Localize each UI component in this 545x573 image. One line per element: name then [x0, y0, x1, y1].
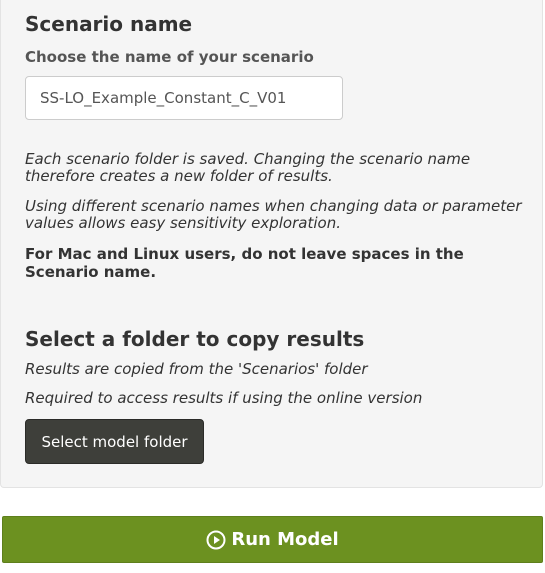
scenario-panel: Scenario name Choose the name of your sc…: [0, 0, 543, 488]
folder-note-copied: Results are copied from the 'Scenarios' …: [25, 360, 368, 378]
folder-note-required: Required to access results if using the …: [25, 389, 423, 407]
select-model-folder-button[interactable]: Select model folder: [25, 419, 204, 464]
scenario-warning-spaces: For Mac and Linux users, do not leave sp…: [25, 245, 464, 281]
play-circle-icon: [206, 530, 226, 550]
run-model-button[interactable]: Run Model: [2, 516, 543, 563]
scenario-note-sensitivity: Using different scenario names when chan…: [25, 197, 522, 232]
scenario-name-label: Choose the name of your scenario: [25, 48, 314, 66]
run-model-label: Run Model: [231, 529, 339, 550]
scenario-name-heading: Scenario name: [25, 12, 193, 36]
select-model-folder-label: Select model folder: [41, 432, 188, 451]
folder-heading: Select a folder to copy results: [25, 327, 365, 351]
scenario-note-saved: Each scenario folder is saved. Changing …: [25, 150, 471, 185]
scenario-name-input[interactable]: [25, 76, 343, 120]
